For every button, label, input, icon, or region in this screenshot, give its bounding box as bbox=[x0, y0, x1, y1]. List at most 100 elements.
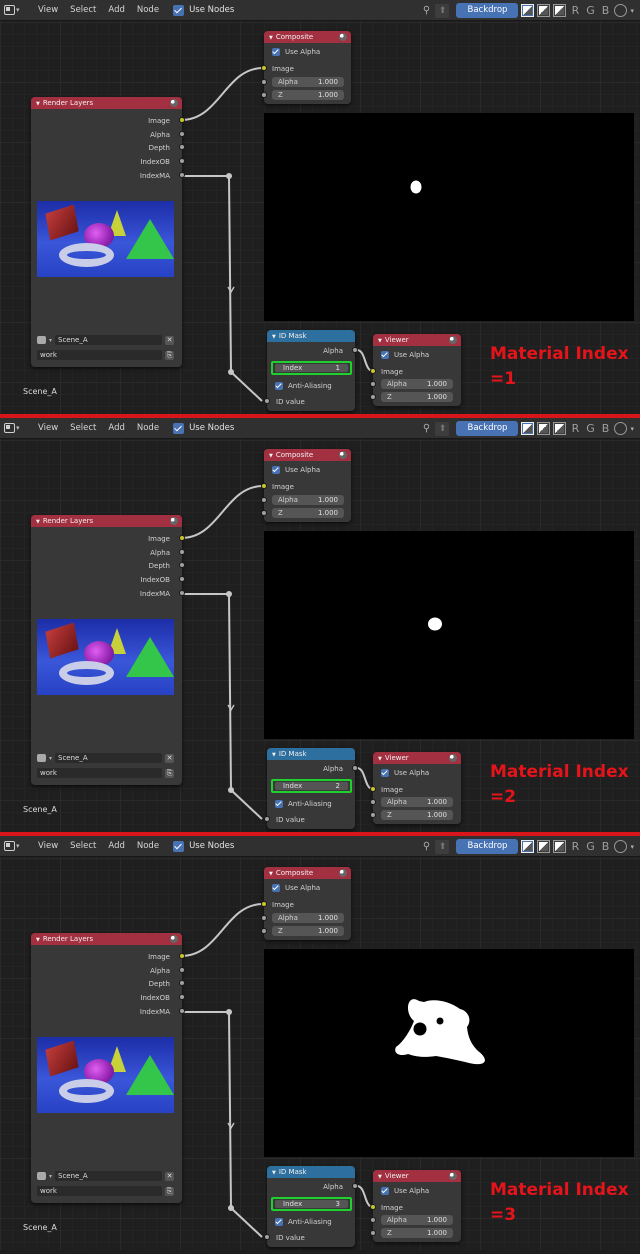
output-indexma-socket[interactable] bbox=[179, 1008, 185, 1014]
composite-node-header[interactable]: ▼ Composite bbox=[264, 867, 351, 879]
layer-options-icon[interactable]: ⎘ bbox=[165, 350, 174, 360]
use-alpha-checkbox[interactable] bbox=[272, 48, 280, 56]
use-nodes-checkbox[interactable] bbox=[173, 422, 185, 434]
menu-node[interactable]: Node bbox=[137, 841, 159, 851]
viewer-header[interactable]: ▼ Viewer bbox=[373, 752, 461, 764]
backdrop-color-icon[interactable] bbox=[537, 422, 551, 435]
id-mask-node[interactable]: ▼ ID Mask Alpha Index 1 Anti-Aliasing ID v… bbox=[264, 330, 358, 411]
composite-alpha-socket[interactable] bbox=[261, 497, 267, 503]
composite-z-field[interactable]: Z 1.000 bbox=[272, 90, 344, 100]
output-depth-socket[interactable] bbox=[179, 562, 185, 568]
index-field-highlight[interactable]: Index 2 bbox=[271, 779, 352, 793]
render-layers-node[interactable]: ▼ Render Layers Image Alpha Depth IndexOB… bbox=[31, 933, 185, 1203]
menu-add[interactable]: Add bbox=[108, 841, 124, 851]
composite-z-socket[interactable] bbox=[261, 928, 267, 934]
editor-type-button[interactable]: ▾ bbox=[4, 421, 26, 436]
layer-selector[interactable]: work ⎘ bbox=[37, 768, 174, 778]
menu-node[interactable]: Node bbox=[137, 5, 159, 15]
composite-image-socket[interactable] bbox=[261, 901, 267, 907]
backdrop-color-icon[interactable] bbox=[537, 4, 551, 17]
render-layers-node[interactable]: ▼ Render Layers Image Alpha Depth IndexOB… bbox=[31, 515, 185, 785]
viewer-z-socket[interactable] bbox=[370, 812, 376, 818]
anti-aliasing-checkbox[interactable] bbox=[275, 1218, 283, 1226]
id-mask-node[interactable]: ▼ ID Mask Alpha Index 2 Anti-Aliasing ID v… bbox=[264, 748, 358, 829]
index-field[interactable]: Index 3 bbox=[275, 1200, 348, 1208]
scene-field[interactable]: Scene_A bbox=[55, 335, 162, 345]
use-nodes-checkbox[interactable] bbox=[173, 4, 185, 16]
menu-node[interactable]: Node bbox=[137, 423, 159, 433]
layer-field[interactable]: work bbox=[37, 1186, 162, 1196]
channel-b-button[interactable]: B bbox=[599, 840, 611, 853]
viewer-node[interactable]: ▼ Viewer Use Alpha Image Alpha 1.000 Z 1.00… bbox=[370, 752, 461, 824]
render-layers-header[interactable]: ▼ Render Layers bbox=[31, 933, 182, 945]
idmask-alpha-socket[interactable] bbox=[352, 765, 358, 771]
composite-alpha-field[interactable]: Alpha 1.000 bbox=[272, 495, 344, 505]
output-image-socket[interactable] bbox=[179, 953, 185, 959]
viewer-image-socket[interactable] bbox=[370, 1204, 376, 1210]
backdrop-alpha-icon[interactable] bbox=[553, 4, 567, 17]
viewer-use-alpha-checkbox[interactable] bbox=[381, 769, 389, 777]
output-alpha-socket[interactable] bbox=[179, 549, 185, 555]
channel-g-button[interactable]: G bbox=[584, 422, 596, 435]
pin-icon[interactable]: ⚲ bbox=[420, 5, 432, 17]
composite-node-header[interactable]: ▼ Composite bbox=[264, 449, 351, 461]
output-image-socket[interactable] bbox=[179, 117, 185, 123]
viewer-z-field[interactable]: Z 1.000 bbox=[381, 810, 453, 820]
channel-g-button[interactable]: G bbox=[584, 840, 596, 853]
render-layers-node[interactable]: ▼ Render Layers Image Alpha Depth IndexOB… bbox=[31, 97, 185, 367]
menu-add[interactable]: Add bbox=[108, 5, 124, 15]
render-layers-header[interactable]: ▼ Render Layers bbox=[31, 97, 182, 109]
pin-icon[interactable]: ⚲ bbox=[420, 841, 432, 853]
output-alpha-socket[interactable] bbox=[179, 967, 185, 973]
composite-node-header[interactable]: ▼ Composite bbox=[264, 31, 351, 43]
menu-view[interactable]: View bbox=[38, 423, 58, 433]
idmask-alpha-socket[interactable] bbox=[352, 347, 358, 353]
render-layers-header[interactable]: ▼ Render Layers bbox=[31, 515, 182, 527]
index-value[interactable]: 1 bbox=[336, 364, 340, 372]
menu-select[interactable]: Select bbox=[70, 5, 96, 15]
idmask-alpha-socket[interactable] bbox=[352, 1183, 358, 1189]
composite-node[interactable]: ▼ Composite Use Alpha Image Alpha 1.000 Z1… bbox=[261, 449, 351, 522]
id-mask-header[interactable]: ▼ ID Mask bbox=[267, 330, 355, 342]
index-value[interactable]: 3 bbox=[336, 1200, 340, 1208]
output-indexob-socket[interactable] bbox=[179, 158, 185, 164]
output-indexma-socket[interactable] bbox=[179, 590, 185, 596]
channel-b-button[interactable]: B bbox=[599, 422, 611, 435]
scene-selector[interactable]: ▾ Scene_A ✕ bbox=[37, 753, 174, 763]
backdrop-button[interactable]: Backdrop bbox=[456, 839, 519, 854]
viewer-node[interactable]: ▼ Viewer Use Alpha Image Alpha 1.000 Z 1.00… bbox=[370, 334, 461, 406]
channel-b-button[interactable]: B bbox=[599, 4, 611, 17]
anti-aliasing-checkbox[interactable] bbox=[275, 800, 283, 808]
editor-type-button[interactable]: ▾ bbox=[4, 839, 26, 854]
backdrop-alpha-icon[interactable] bbox=[553, 422, 567, 435]
output-indexma-socket[interactable] bbox=[179, 172, 185, 178]
composite-alpha-field[interactable]: Alpha 1.000 bbox=[272, 913, 344, 923]
channel-g-button[interactable]: G bbox=[584, 4, 596, 17]
layer-field[interactable]: work bbox=[37, 768, 162, 778]
use-alpha-checkbox[interactable] bbox=[272, 884, 280, 892]
output-depth-socket[interactable] bbox=[179, 980, 185, 986]
output-indexob-socket[interactable] bbox=[179, 576, 185, 582]
backdrop-color-alpha-icon[interactable] bbox=[521, 840, 535, 853]
use-nodes-checkbox[interactable] bbox=[173, 840, 185, 852]
composite-z-field[interactable]: Z 1.000 bbox=[272, 508, 344, 518]
channel-r-button[interactable]: R bbox=[569, 4, 581, 17]
viewer-header[interactable]: ▼ Viewer bbox=[373, 334, 461, 346]
id-value-socket[interactable] bbox=[264, 1234, 270, 1240]
anti-aliasing-checkbox[interactable] bbox=[275, 382, 283, 390]
parent-node-tree-icon[interactable]: ⬆ bbox=[435, 421, 450, 436]
composite-node[interactable]: ▼ Composite Use Alpha Image Alpha 1.000 Z1… bbox=[261, 31, 351, 104]
backdrop-button[interactable]: Backdrop bbox=[456, 421, 519, 436]
index-value[interactable]: 2 bbox=[336, 782, 340, 790]
chevron-down-icon[interactable]: ▾ bbox=[630, 425, 634, 433]
viewer-image-socket[interactable] bbox=[370, 368, 376, 374]
id-value-socket[interactable] bbox=[264, 816, 270, 822]
layer-field[interactable]: work bbox=[37, 350, 162, 360]
gizmo-icon[interactable] bbox=[614, 4, 628, 17]
chevron-down-icon[interactable]: ▾ bbox=[630, 843, 634, 851]
composite-image-socket[interactable] bbox=[261, 65, 267, 71]
index-field[interactable]: Index 2 bbox=[275, 782, 348, 790]
viewer-alpha-field[interactable]: Alpha 1.000 bbox=[381, 379, 453, 389]
viewer-z-field[interactable]: Z 1.000 bbox=[381, 392, 453, 402]
menu-view[interactable]: View bbox=[38, 841, 58, 851]
